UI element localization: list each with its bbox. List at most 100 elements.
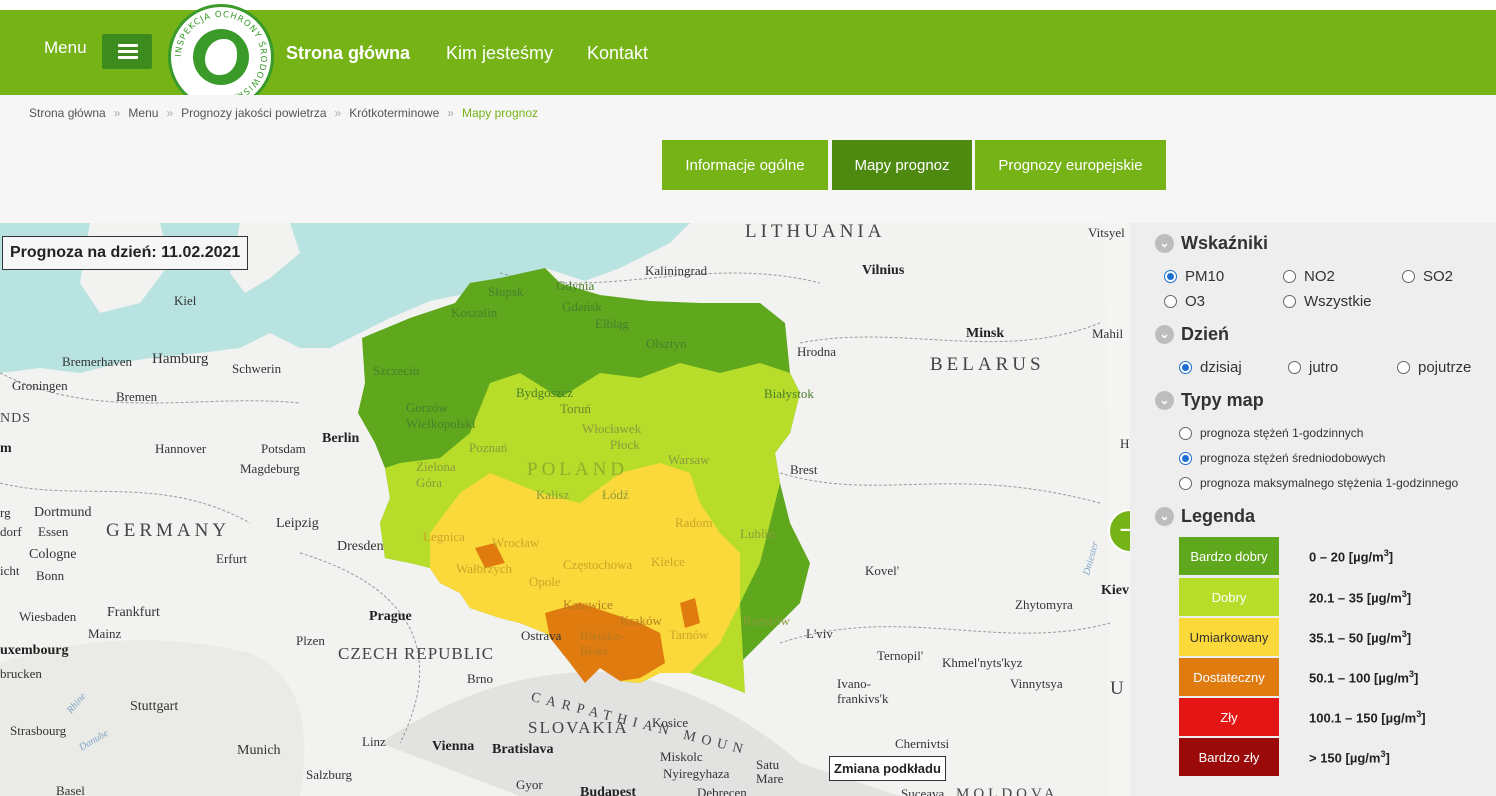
map-label-gdansk: Gdańsk [562, 299, 602, 314]
map-types-title: Typy map [1181, 390, 1264, 410]
hamburger-icon [118, 44, 138, 47]
radio-dot [1283, 270, 1296, 283]
chevron-down-icon: ⌄ [1155, 325, 1174, 344]
legend-range-value: 100.1 – 150 [µg/m [1309, 710, 1417, 726]
radio-pm10[interactable]: PM10 [1164, 268, 1224, 285]
radio-max-1h-label: prognoza maksymalnego stężenia 1-godzinn… [1200, 476, 1459, 490]
map-label-rzeszow: Rzeszów [743, 613, 790, 628]
tab-general-info[interactable]: Informacje ogólne [662, 140, 828, 190]
map-label-walbrzych: Wałbrzych [456, 561, 512, 576]
indicators-section-title[interactable]: ⌄ Wskaźniki [1155, 233, 1268, 254]
legend-range: 20.1 – 35 [µg/m3] [1309, 589, 1411, 605]
radio-all[interactable]: Wszystkie [1283, 293, 1372, 310]
map-label-h: H [1120, 436, 1130, 451]
map-label-schwerin: Schwerin [232, 361, 282, 376]
legend-range-value: 20.1 – 35 [µg/m [1309, 590, 1402, 606]
legend-item: Bardzo dobry 0 – 20 [µg/m3] [1179, 537, 1479, 575]
oak-leaf-shape [205, 39, 237, 75]
breadcrumb-home[interactable]: Strona główna [29, 106, 106, 120]
map-label-plock: Płock [610, 437, 640, 452]
map-label-linz: Linz [362, 734, 386, 749]
breadcrumb-forecasts[interactable]: Prognozy jakości powietrza [181, 106, 326, 120]
forecast-date-label: Prognoza na dzień: 11.02.2021 [2, 236, 249, 270]
map-label-hrodna: Hrodna [797, 344, 836, 359]
legend-range-close: ] [1385, 750, 1390, 766]
map-label-bratislava: Bratislava [492, 742, 554, 757]
radio-1h[interactable]: prognoza stężeń 1-godzinnych [1179, 426, 1363, 440]
change-basemap-button[interactable]: Zmiana podkładu [829, 756, 946, 781]
map-label-basel: Basel [56, 783, 85, 796]
map-label-vilnius: Vilnius [862, 263, 905, 278]
radio-all-label: Wszystkie [1304, 293, 1372, 310]
map-label-plzen: Plzen [296, 633, 325, 648]
menu-button[interactable] [102, 34, 152, 69]
map-label-mare: Mare [756, 771, 784, 786]
map-label-lithuania: LITHUANIA [745, 223, 886, 242]
map-label-gdynia: Gdynia [556, 278, 595, 293]
radio-dot [1179, 361, 1192, 374]
nav-home[interactable]: Strona główna [286, 43, 410, 64]
map-types-section-title[interactable]: ⌄ Typy map [1155, 390, 1264, 411]
map-label-mahil: Mahil [1092, 326, 1124, 341]
radio-max-1h[interactable]: prognoza maksymalnego stężenia 1-godzinn… [1179, 476, 1458, 490]
map-label-wloclawek: Włocławek [582, 421, 642, 436]
radio-tomorrow[interactable]: jutro [1288, 359, 1338, 376]
tab-european-forecasts[interactable]: Prognozy europejskie [975, 140, 1166, 190]
breadcrumb-short-term[interactable]: Krótkoterminowe [349, 106, 439, 120]
map-label-bialystok: Białystok [764, 386, 814, 401]
map-label-wielkopolski: Wielkopolski [406, 416, 476, 431]
nav-about[interactable]: Kim jesteśmy [446, 43, 553, 64]
menu-label: Menu [44, 38, 87, 57]
day-title: Dzień [1181, 324, 1230, 344]
legend-range-close: ] [1421, 710, 1426, 726]
map-label-gyor: Gyor [516, 777, 543, 792]
map-label-dorf: dorf [0, 524, 22, 539]
legend-chip-good: Dobry [1179, 578, 1279, 616]
map-label-szczecin: Szczecin [373, 363, 420, 378]
forecast-map[interactable]: Prognoza na dzień: 11.02.2021 LITHUANIA … [0, 223, 1130, 796]
breadcrumb-menu[interactable]: Menu [128, 106, 158, 120]
radio-dot [1179, 476, 1192, 490]
map-label-erfurt: Erfurt [216, 551, 248, 566]
map-label-biala: Biała [580, 643, 608, 658]
map-label-zielona: Zielona [416, 459, 456, 474]
map-label-gora: Góra [416, 475, 442, 490]
day-section-title[interactable]: ⌄ Dzień [1155, 324, 1229, 345]
map-label-bydgoszcz: Bydgoszcz [516, 385, 574, 400]
map-label-debrecen: Debrecen [697, 785, 747, 796]
map-label-olsztyn: Olsztyn [646, 336, 687, 351]
radio-daily[interactable]: prognoza stężeń średniodobowych [1179, 451, 1385, 465]
chevron-down-icon: ⌄ [1155, 234, 1174, 253]
map-label-ivano: Ivano- [837, 676, 871, 691]
map-label-ostrava: Ostrava [521, 628, 562, 643]
radio-today[interactable]: dzisiaj [1179, 359, 1242, 376]
breadcrumb-separator: » [334, 106, 342, 120]
radio-so2[interactable]: SO2 [1402, 268, 1453, 285]
tab-forecast-maps[interactable]: Mapy prognoz [832, 140, 972, 190]
breadcrumb: Strona główna » Menu » Prognozy jakości po… [29, 106, 538, 120]
map-label-lviv: L'viv [806, 626, 833, 641]
radio-no2[interactable]: NO2 [1283, 268, 1335, 285]
map-label-legnica: Legnica [423, 529, 465, 544]
map-label-elblag: Elbląg [595, 316, 629, 331]
map-label-lublin: Lublin [740, 526, 775, 541]
breadcrumb-separator: » [166, 106, 174, 120]
radio-o3[interactable]: O3 [1164, 293, 1205, 310]
map-label-krakow: Kraków [620, 613, 662, 628]
breadcrumb-separator: » [447, 106, 454, 120]
map-label-koszalin: Koszalin [451, 305, 498, 320]
map-label-mainz: Mainz [88, 626, 122, 641]
map-label-potsdam: Potsdam [261, 441, 306, 456]
nav-contact[interactable]: Kontakt [587, 43, 648, 64]
map-label-kalisz: Kalisz [536, 487, 570, 502]
legend-section-title[interactable]: ⌄ Legenda [1155, 506, 1255, 527]
map-label-cologne: Cologne [29, 547, 77, 562]
radio-day-after-label: pojutrze [1418, 359, 1472, 376]
map-label-wroclaw: Wrocław [492, 535, 540, 550]
map-label-chernivtsi: Chernivtsi [895, 736, 950, 751]
map-label-kiel: Kiel [174, 293, 197, 308]
radio-day-after[interactable]: pojutrze [1397, 359, 1471, 376]
radio-dot [1288, 361, 1301, 374]
radio-no2-label: NO2 [1304, 268, 1335, 285]
map-label-kosice: Kosice [652, 715, 689, 730]
